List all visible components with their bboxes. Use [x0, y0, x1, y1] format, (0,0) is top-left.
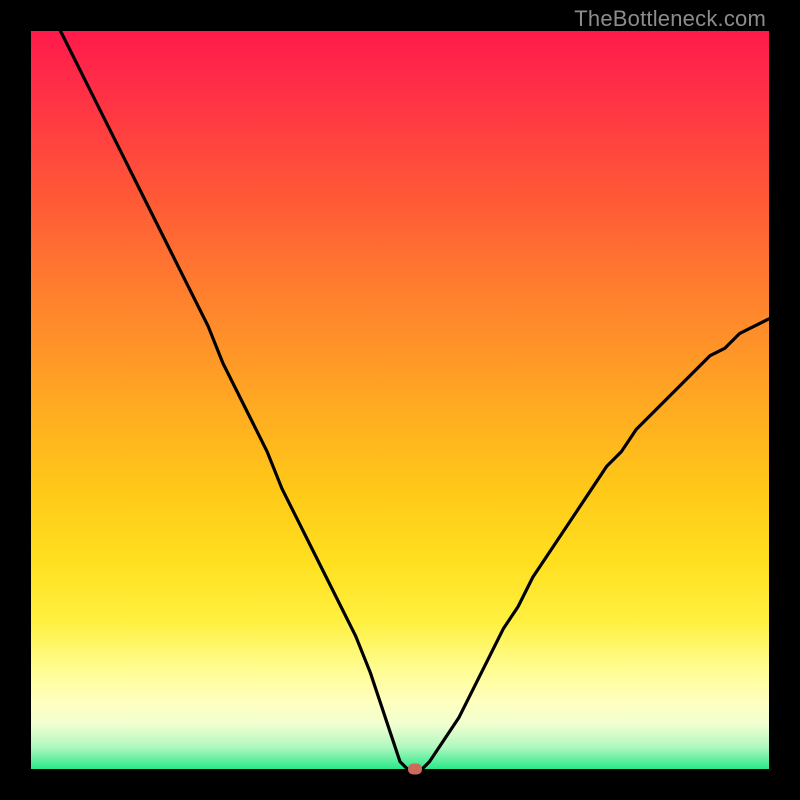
- optimum-marker: [408, 764, 422, 775]
- bottleneck-curve: [31, 31, 769, 769]
- watermark-text: TheBottleneck.com: [574, 6, 766, 32]
- chart-frame: TheBottleneck.com: [0, 0, 800, 800]
- plot-area: [31, 31, 769, 769]
